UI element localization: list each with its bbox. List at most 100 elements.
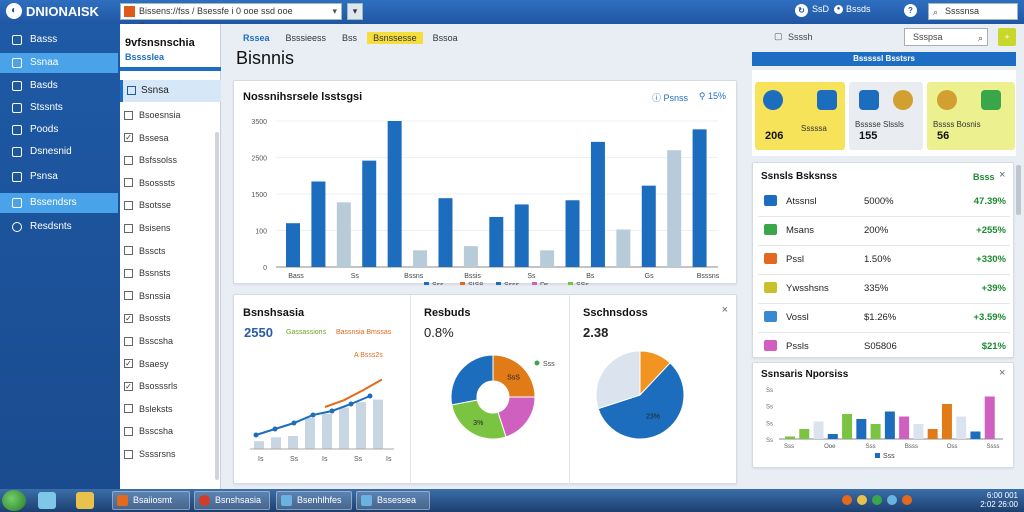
panel-list-item[interactable]: Ssssrsns <box>124 449 176 459</box>
legend-swatch <box>532 282 537 285</box>
tile-1[interactable]: Bsssse Slssls 155 <box>849 82 923 150</box>
panel-list-item[interactable]: Bsscsha <box>124 336 173 346</box>
sidebar-item-2[interactable]: Basds <box>0 76 118 96</box>
panel-list-item[interactable]: Bsnssia <box>124 291 171 301</box>
panel-list-item[interactable]: Bsisens <box>124 223 171 233</box>
top-search-input[interactable]: ⌕ Ssssnsa <box>928 3 1018 20</box>
metric-row[interactable]: Vossl $1.26% +3.59% <box>760 308 1010 328</box>
filter-icon[interactable]: ▢ <box>774 31 783 42</box>
metric-row[interactable]: Pssl 1.50% +330% <box>760 250 1010 270</box>
help-item[interactable]: ? <box>904 4 917 17</box>
brand[interactable]: ◐ DNIONAISK <box>6 3 99 19</box>
panel-list-item[interactable]: Bsscts <box>124 246 166 256</box>
panel-list-item-label: Bsosssrls <box>139 381 178 392</box>
panel-list-item[interactable]: Bsleksts <box>124 404 173 414</box>
sidebar-item-8[interactable]: Resdsnts <box>0 217 118 237</box>
folder-icon[interactable] <box>76 492 94 509</box>
right-search-input[interactable]: Ssspsa ⌕ <box>904 28 988 46</box>
checkbox[interactable]: ✓ <box>124 133 133 143</box>
y-tick-label: 3500 <box>251 119 267 126</box>
panel-list-item-label: Bsossts <box>139 313 171 324</box>
add-button[interactable]: + <box>998 28 1016 46</box>
panel-list-item[interactable]: Bsfssolss <box>124 155 177 165</box>
metrics-link[interactable]: Bsss <box>973 172 995 182</box>
bar <box>842 414 853 439</box>
tile-0[interactable]: 206 Sssssa <box>755 82 845 150</box>
panel-selected-item[interactable]: Ssnsa <box>120 80 221 102</box>
refresh-item[interactable]: ↻ <box>795 4 808 17</box>
browser-icon[interactable] <box>38 492 56 509</box>
metric-row[interactable]: Msans 200% +255% <box>760 221 1010 241</box>
address-bar[interactable]: Bissens://fss / Bsessfe i 0 ooe ssd ooe … <box>120 3 342 31</box>
panel-list-item[interactable]: ✓ Bsosssrls <box>124 381 178 391</box>
sidebar-item-5[interactable]: Dsnesnid <box>0 142 118 162</box>
metric-change: 47.39% <box>973 196 1006 207</box>
taskbar-button-2[interactable]: Bsenhlhfes <box>276 491 352 510</box>
go-button[interactable]: ▾ <box>347 3 363 20</box>
metric-row[interactable]: Ywsshsns 335% +39% <box>760 279 1010 299</box>
panel-scrollbar[interactable] <box>215 132 219 480</box>
sidebar-item-7[interactable]: Bssendsrs <box>0 193 118 213</box>
bar <box>884 411 895 439</box>
tray-icon[interactable] <box>872 495 882 505</box>
panel-selected-label: Ssnsa <box>141 85 169 96</box>
sidebar-item-6[interactable]: Psnsa <box>0 167 118 187</box>
taskbar-button-0[interactable]: Bsaiiosmt <box>112 491 190 510</box>
checkbox[interactable] <box>124 200 133 210</box>
checkbox[interactable]: ✓ <box>124 381 133 391</box>
panel-list-item[interactable]: Bsoesnsia <box>124 110 181 120</box>
bar <box>322 413 332 449</box>
sidebar-item-0[interactable]: Basss <box>0 30 118 50</box>
sidebar-item-3[interactable]: Stssnts <box>0 98 118 118</box>
checkbox[interactable]: ✓ <box>124 359 133 369</box>
sidebar-item-4[interactable]: Poods <box>0 120 118 140</box>
metric-row[interactable]: Atssnsl 5000% 47.39% <box>760 192 1010 212</box>
checkbox[interactable] <box>124 336 133 346</box>
close-icon[interactable]: × <box>999 169 1005 181</box>
checkbox[interactable] <box>124 291 133 301</box>
checkbox[interactable]: ✓ <box>124 313 133 323</box>
checkbox[interactable] <box>124 110 133 120</box>
tab-1[interactable]: Bsssieess <box>280 32 333 44</box>
checkbox[interactable] <box>124 155 133 165</box>
panel-list-item[interactable]: Bsscsha <box>124 426 173 436</box>
checkbox[interactable] <box>124 268 133 278</box>
section-strip[interactable]: Bsssssl Bsstsrs <box>752 52 1016 66</box>
metric-row[interactable]: Pssls S05806 $21% <box>760 337 1010 357</box>
taskbar-button-3[interactable]: Bssessea <box>356 491 430 510</box>
checkbox[interactable] <box>124 246 133 256</box>
panel-list-item[interactable]: ✓ Bsossts <box>124 313 171 323</box>
panel-list-item[interactable]: Bssnsts <box>124 268 171 278</box>
tray-icon[interactable] <box>902 495 912 505</box>
panel-list-item[interactable]: ✓ Bsaesy <box>124 359 169 369</box>
panel-list-item[interactable]: Bsosssts <box>124 178 175 188</box>
checkbox[interactable] <box>124 178 133 188</box>
tray-icon[interactable] <box>857 495 867 505</box>
tray-icon[interactable] <box>887 495 897 505</box>
tray-icon[interactable] <box>842 495 852 505</box>
checkbox[interactable] <box>124 223 133 233</box>
panel-subtitle[interactable]: Bsssslea <box>125 52 164 62</box>
x-tick-label: Ss <box>354 456 363 463</box>
tab-4[interactable]: Bssoa <box>427 32 464 44</box>
checkbox[interactable] <box>124 404 133 414</box>
panel-list-item[interactable]: Bsotsse <box>124 200 171 210</box>
tab-3[interactable]: Bsnssesse <box>367 32 423 44</box>
topbar-item-2[interactable]: ● Bssds <box>834 4 871 14</box>
right-scrollbar[interactable] <box>1016 165 1021 215</box>
data-point <box>310 412 316 418</box>
tab-2[interactable]: Bss <box>336 32 363 44</box>
taskbar-button-1[interactable]: Bsnshsasia <box>194 491 270 510</box>
tray-clock[interactable]: 6:00 001 2:02 26:00 <box>980 491 1018 509</box>
checkbox[interactable] <box>124 426 133 436</box>
tab-0[interactable]: Rssea <box>237 32 276 44</box>
tile-2[interactable]: Bssss Bosnis 56 <box>927 82 1015 150</box>
app-icon <box>361 495 372 506</box>
x-tick-label: Is <box>386 456 392 463</box>
dropdown-arrow-icon[interactable]: ▾ <box>332 4 337 19</box>
sidebar-item-1[interactable]: Ssnaa <box>0 53 118 73</box>
panel-list-item[interactable]: ✓ Bssesa <box>124 133 169 143</box>
start-button[interactable] <box>2 490 26 511</box>
topbar-item-1[interactable]: SsD <box>812 4 829 14</box>
checkbox[interactable] <box>124 449 133 459</box>
